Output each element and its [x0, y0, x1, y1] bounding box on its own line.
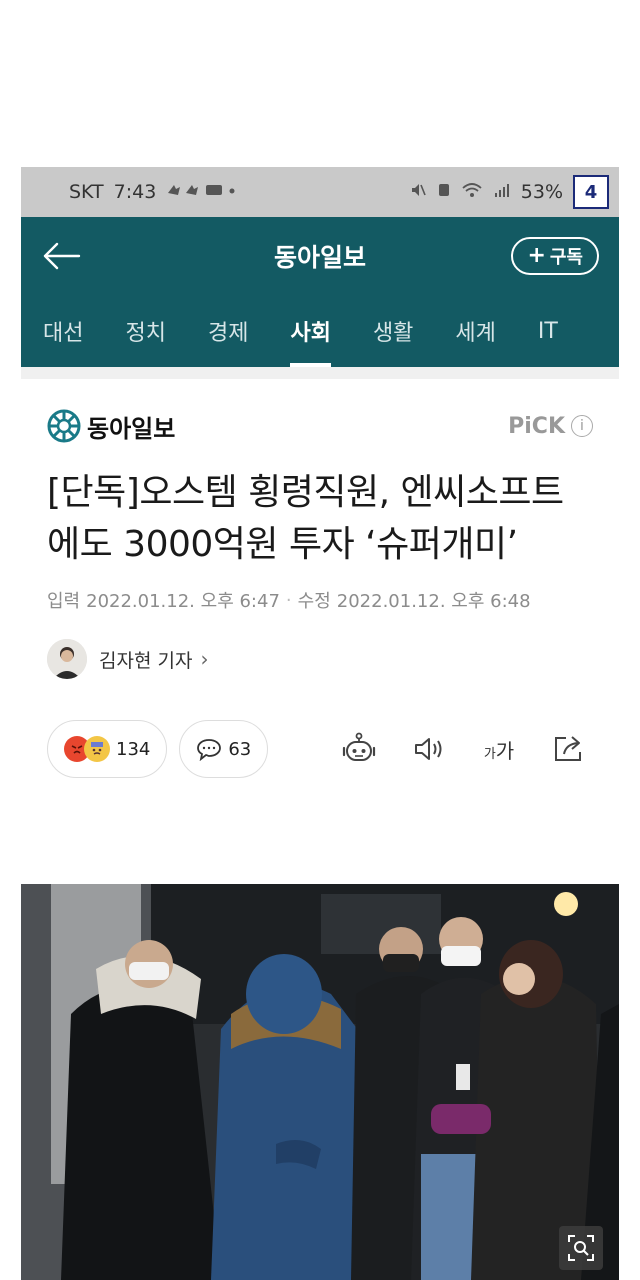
- notification-icons: [166, 181, 236, 203]
- modified-date: 2022.01.12. 오후 6:48: [336, 591, 531, 612]
- reaction-faces: [64, 736, 110, 762]
- tab-it[interactable]: IT: [538, 295, 558, 367]
- subscribe-label: 구독: [549, 247, 583, 268]
- back-arrow-icon: [43, 242, 81, 270]
- mute-icon: [409, 181, 427, 203]
- robot-reader-icon: [342, 732, 376, 761]
- signal-icon: [493, 181, 511, 203]
- font-size-icon: 가가: [483, 738, 515, 763]
- share-button[interactable]: [549, 729, 589, 769]
- tab-politics[interactable]: 정치: [125, 295, 165, 367]
- modified-label: 수정: [297, 591, 331, 612]
- clock: 7:43: [113, 181, 157, 203]
- font-size-button[interactable]: 가가: [479, 729, 519, 769]
- read-aloud-button[interactable]: [409, 729, 449, 769]
- tab-election[interactable]: 대선: [43, 295, 83, 367]
- tab-economy[interactable]: 경제: [208, 295, 248, 367]
- speaker-icon: [415, 738, 442, 760]
- article: 동아일보 PiCK i [단독]오스템 횡령직원, 엔씨소프트에도 3000억원…: [21, 391, 619, 779]
- chevron-right-icon: ›: [200, 647, 209, 671]
- author-name: 김자현 기자: [99, 649, 193, 672]
- author-row[interactable]: 김자현 기자 ›: [47, 639, 593, 679]
- article-headline: [단독]오스템 횡령직원, 엔씨소프트에도 3000억원 투자 ‘슈퍼개미’: [47, 472, 564, 565]
- dongA-logo-icon: [47, 409, 81, 443]
- press-name: 동아일보: [87, 414, 176, 443]
- article-tools: 가가: [339, 729, 593, 769]
- comment-button[interactable]: 63: [179, 720, 269, 778]
- pick-label: PiCK: [508, 413, 565, 439]
- article-dates: 입력 2022.01.12. 오후 6:47 · 수정 2022.01.12. …: [47, 587, 593, 613]
- subscribe-button[interactable]: + 구독: [511, 237, 599, 275]
- author-avatar: [47, 639, 87, 679]
- section-tabs: 대선 정치 경제 사회 생활 세계 IT: [21, 295, 619, 367]
- section-divider: [21, 367, 619, 379]
- tab-society[interactable]: 사회: [290, 295, 332, 367]
- reaction-count: 134: [116, 738, 151, 760]
- wifi-icon: [461, 181, 483, 203]
- carrier-label: SKT: [69, 181, 104, 203]
- tab-world[interactable]: 세계: [455, 295, 495, 367]
- sad-face-icon: [84, 736, 110, 762]
- date-separator: ·: [285, 589, 292, 611]
- page-number-badge: 4: [573, 175, 609, 209]
- zoom-icon: [568, 1235, 594, 1261]
- back-button[interactable]: [41, 234, 85, 278]
- zoom-button[interactable]: [559, 1226, 603, 1270]
- published-date: 2022.01.12. 오후 6:47: [86, 591, 280, 612]
- photo-image: [21, 884, 619, 1280]
- comment-icon: [197, 739, 222, 761]
- published-label: 입력: [47, 591, 81, 612]
- plus-icon: +: [527, 243, 546, 268]
- robot-reader-button[interactable]: [339, 729, 379, 769]
- status-bar: SKT 7:43 53% 4: [21, 167, 619, 217]
- brand-row: 동아일보 PiCK i: [47, 391, 593, 461]
- alarm-icon: [437, 181, 451, 203]
- app-header: 동아일보 + 구독: [21, 217, 619, 295]
- phone-screen: SKT 7:43 53% 4 동아일보 + 구독 대선 정치 경제 사회 생활 …: [21, 167, 619, 1280]
- article-actions: 134 63 가가: [47, 719, 593, 779]
- share-icon: [555, 736, 581, 761]
- tab-life[interactable]: 생활: [373, 295, 413, 367]
- battery-percent: 53%: [520, 181, 563, 203]
- press-logo[interactable]: 동아일보: [47, 409, 175, 444]
- article-photo[interactable]: [21, 884, 619, 1280]
- pick-badge[interactable]: PiCK i: [508, 414, 593, 439]
- info-icon: i: [571, 415, 593, 437]
- comment-count: 63: [228, 738, 252, 760]
- reaction-button[interactable]: 134: [47, 720, 168, 778]
